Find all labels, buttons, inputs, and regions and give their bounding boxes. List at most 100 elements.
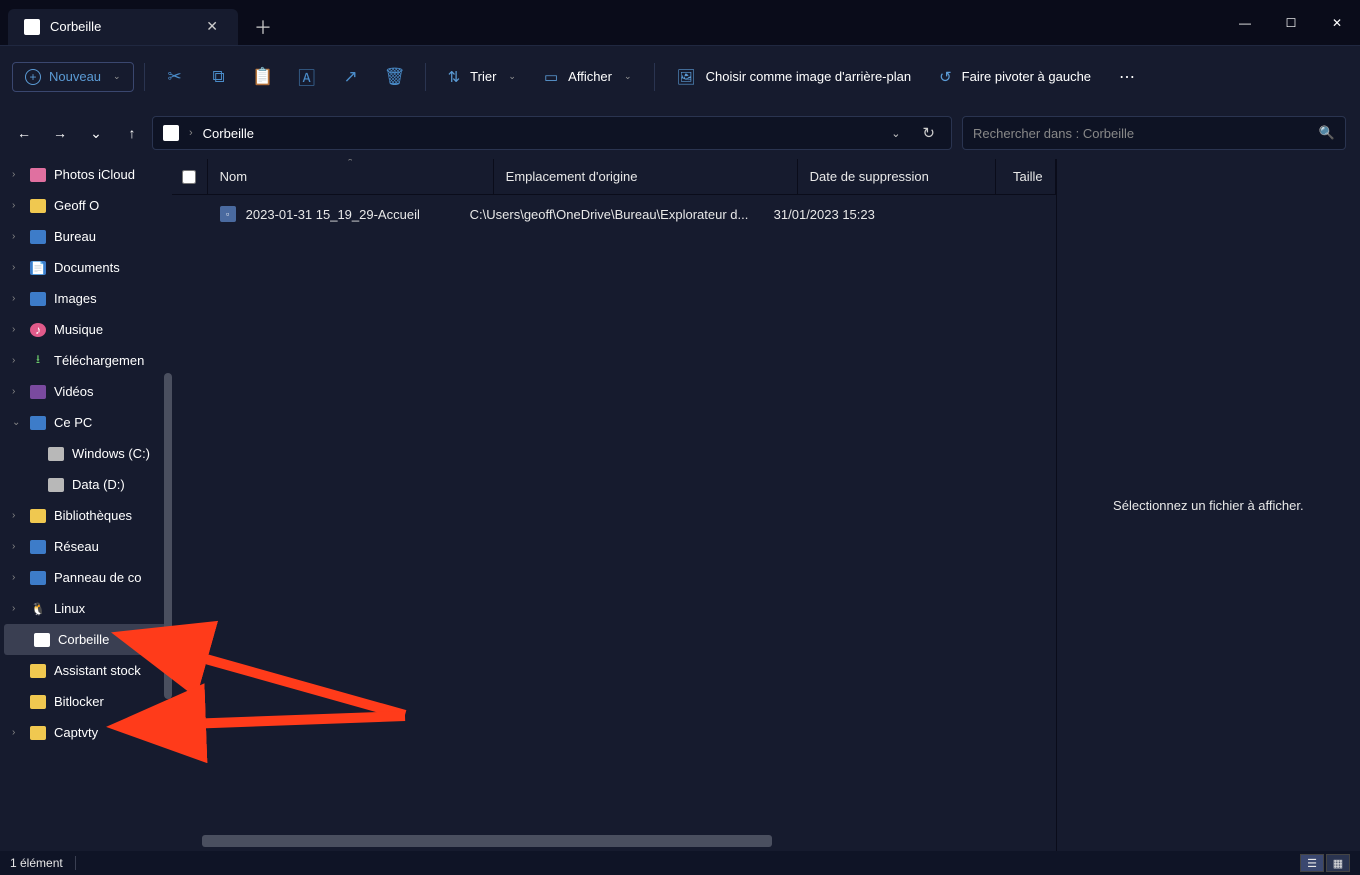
expand-chevron-icon[interactable]: › — [12, 293, 22, 304]
tab-close-button[interactable]: ✕ — [202, 14, 222, 39]
expand-chevron-icon[interactable]: › — [12, 169, 22, 180]
expand-chevron-icon[interactable]: ⌄ — [12, 417, 22, 428]
chevron-down-icon: ⌄ — [113, 71, 121, 82]
breadcrumb-item[interactable]: Corbeille — [203, 126, 254, 141]
recent-locations-button[interactable]: ⌄ — [86, 123, 106, 143]
minimize-button[interactable]: — — [1222, 7, 1268, 39]
expand-chevron-icon[interactable]: › — [12, 510, 22, 521]
sidebar-item-bitlocker[interactable]: Bitlocker — [0, 686, 172, 717]
share-button[interactable]: ↗ — [331, 59, 371, 95]
column-header-size[interactable]: Taille — [996, 159, 1056, 194]
horizontal-scrollbar-thumb[interactable] — [202, 835, 772, 847]
expand-chevron-icon[interactable]: › — [12, 231, 22, 242]
icon-bin-icon: 🗑 — [34, 633, 50, 647]
up-button[interactable]: ↑ — [122, 123, 142, 143]
sort-icon: ⇅ — [448, 68, 461, 86]
paste-button[interactable]: 📋 — [243, 59, 283, 95]
delete-button[interactable]: 🗑 — [375, 59, 415, 95]
file-row[interactable]: ▫ 2023-01-31 15_19_29-Accueil C:\Users\g… — [172, 195, 1056, 233]
more-button[interactable]: ⋯ — [1107, 61, 1149, 93]
sidebar-item-r-seau[interactable]: › Réseau — [0, 531, 172, 562]
column-header-location[interactable]: Emplacement d'origine — [494, 159, 798, 194]
new-label: Nouveau — [49, 69, 101, 84]
column-header-delete-date[interactable]: Date de suppression — [798, 159, 996, 194]
rename-icon: 🄰 — [298, 64, 315, 89]
expand-chevron-icon[interactable]: › — [12, 262, 22, 273]
sidebar-item-data-d-[interactable]: Data (D:) — [0, 469, 172, 500]
close-window-button[interactable]: ✕ — [1314, 7, 1360, 39]
search-icon[interactable]: 🔍 — [1319, 125, 1335, 141]
scrollbar-thumb[interactable] — [164, 373, 172, 699]
search-input[interactable] — [973, 126, 1319, 141]
sidebar-item-photos-icloud[interactable]: › Photos iCloud — [0, 159, 172, 190]
sidebar-item-label: Captvty — [54, 725, 98, 740]
large-icons-view-button[interactable]: ▦ — [1326, 854, 1350, 872]
sidebar-item-bureau[interactable]: › Bureau — [0, 221, 172, 252]
sidebar-item-biblioth-ques[interactable]: ›Bibliothèques — [0, 500, 172, 531]
expand-chevron-icon[interactable]: › — [12, 355, 22, 366]
sidebar-item-images[interactable]: › Images — [0, 283, 172, 314]
sidebar-item-documents[interactable]: ›📄Documents — [0, 252, 172, 283]
tab-corbeille[interactable]: 🗑 Corbeille ✕ — [8, 9, 238, 45]
addressbar[interactable]: 🗑 › Corbeille ⌄ ↻ — [152, 116, 952, 150]
refresh-button[interactable]: ↻ — [916, 124, 941, 142]
expand-chevron-icon[interactable]: › — [12, 603, 22, 614]
chevron-down-icon: ⌄ — [508, 71, 516, 82]
sidebar-item-label: Bureau — [54, 229, 96, 244]
maximize-button[interactable]: ☐ — [1268, 7, 1314, 39]
icon-net-icon — [30, 540, 46, 554]
divider — [425, 63, 426, 91]
sidebar-item-captvty[interactable]: › Captvty — [0, 717, 172, 748]
sidebar-item-label: Photos iCloud — [54, 167, 135, 182]
sidebar-item-label: Geoff O — [54, 198, 99, 213]
icon-pc-icon — [30, 416, 46, 430]
searchbox[interactable]: 🔍 — [962, 116, 1346, 150]
sidebar-item-windows-c-[interactable]: Windows (C:) — [0, 438, 172, 469]
cut-button[interactable]: ✂ — [155, 59, 195, 95]
sidebar-item-panneau-de-co[interactable]: ›Panneau de co — [0, 562, 172, 593]
set-wallpaper-button[interactable]: 🖼 Choisir comme image d'arrière-plan — [665, 62, 924, 92]
icon-pink-icon — [30, 168, 46, 182]
sidebar-item-label: Réseau — [54, 539, 99, 554]
address-dropdown-button[interactable]: ⌄ — [885, 127, 906, 140]
sidebar-item-corbeille[interactable]: 🗑Corbeille — [4, 624, 168, 655]
sidebar-item-t-l-chargemen[interactable]: ›⭳Téléchargemen — [0, 345, 172, 376]
new-button[interactable]: + Nouveau ⌄ — [12, 62, 134, 92]
sidebar-item-musique[interactable]: ›♪Musique — [0, 314, 172, 345]
navbar: ← → ⌄ ↑ 🗑 › Corbeille ⌄ ↻ 🔍 — [0, 107, 1360, 159]
select-all-checkbox[interactable] — [172, 159, 208, 194]
copy-icon: ⧉ — [213, 67, 225, 87]
sidebar-item-linux[interactable]: ›🐧Linux — [0, 593, 172, 624]
back-button[interactable]: ← — [14, 123, 34, 143]
sidebar-item-label: Images — [54, 291, 97, 306]
sidebar-item-assistant-stock[interactable]: Assistant stock — [0, 655, 172, 686]
file-name: 2023-01-31 15_19_29-Accueil — [246, 207, 420, 222]
column-header-name[interactable]: ⌃ Nom — [208, 159, 494, 194]
sidebar-item-geoff-o[interactable]: › Geoff O — [0, 190, 172, 221]
expand-chevron-icon[interactable]: › — [12, 572, 22, 583]
icon-music-icon: ♪ — [30, 323, 46, 337]
sidebar-item-vid-os[interactable]: › Vidéos — [0, 376, 172, 407]
view-icon: ▭ — [544, 68, 558, 86]
titlebar: 🗑 Corbeille ✕ ＋ — ☐ ✕ — [0, 0, 1360, 45]
forward-button[interactable]: → — [50, 123, 70, 143]
sort-button[interactable]: ⇅ Trier ⌄ — [436, 62, 528, 92]
sidebar-item-ce-pc[interactable]: ⌄Ce PC — [0, 407, 172, 438]
share-icon: ↗ — [343, 67, 357, 87]
expand-chevron-icon[interactable]: › — [12, 386, 22, 397]
expand-chevron-icon[interactable]: › — [12, 727, 22, 738]
view-button[interactable]: ▭ Afficher ⌄ — [532, 62, 644, 92]
sidebar-item-label: Documents — [54, 260, 120, 275]
details-view-button[interactable]: ☰ — [1300, 854, 1324, 872]
image-file-icon: ▫ — [220, 206, 236, 222]
view-label: Afficher — [568, 69, 612, 84]
expand-chevron-icon[interactable]: › — [12, 324, 22, 335]
expand-chevron-icon[interactable]: › — [12, 200, 22, 211]
sidebar-item-label: Vidéos — [54, 384, 94, 399]
copy-button[interactable]: ⧉ — [199, 59, 239, 95]
rename-button[interactable]: 🄰 — [287, 59, 327, 95]
rotate-left-button[interactable]: ↺ Faire pivoter à gauche — [927, 62, 1103, 92]
new-tab-button[interactable]: ＋ — [238, 14, 288, 40]
sidebar-item-label: Windows (C:) — [72, 446, 150, 461]
expand-chevron-icon[interactable]: › — [12, 541, 22, 552]
